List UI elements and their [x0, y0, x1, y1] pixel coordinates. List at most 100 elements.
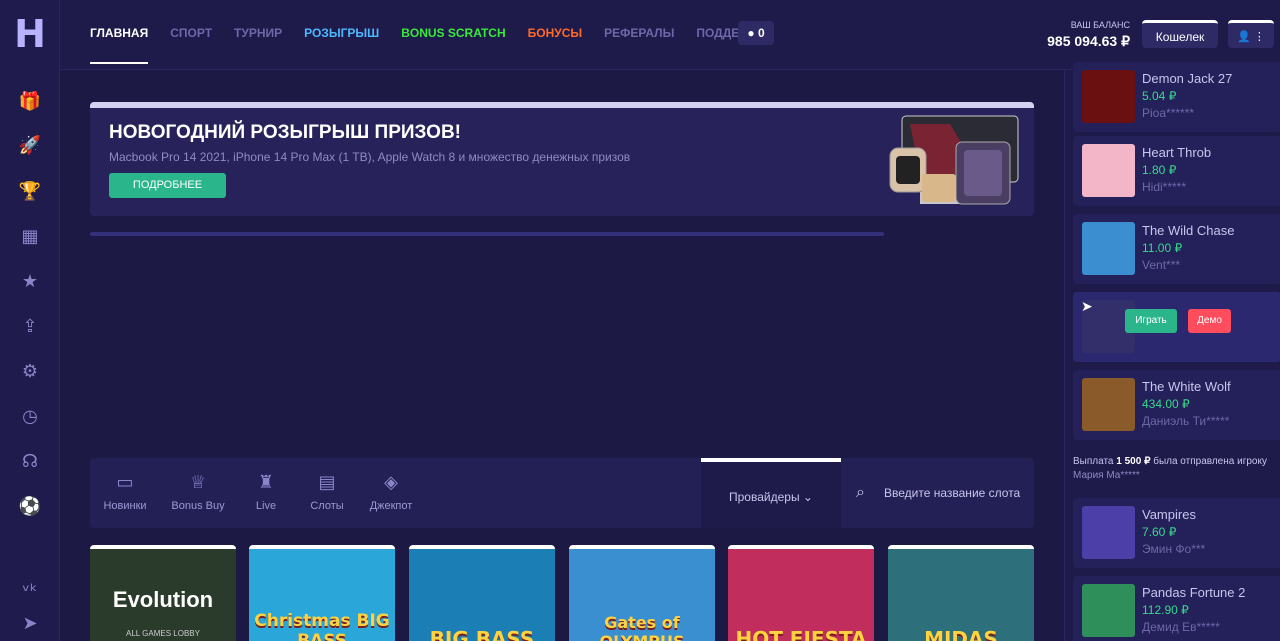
gift-box-icon[interactable]: ▦: [18, 225, 42, 249]
game-title: HOT FIESTA: [735, 627, 867, 641]
filter-new[interactable]: ▭ Новинки: [95, 472, 155, 512]
games-grid: Evolution ALL GAMES LOBBY Christmas BIG …: [90, 545, 1034, 641]
filter-bonus-buy[interactable]: ♕ Bonus Buy: [168, 472, 228, 512]
feed-user: Pioa******: [1142, 106, 1195, 120]
feed-amount: 1.80 ₽: [1142, 163, 1177, 177]
bonus-buy-icon: ♕: [189, 472, 207, 493]
game-tile[interactable]: HOT FIESTA: [728, 545, 874, 641]
providers-dropdown[interactable]: Провайдеры ⌄: [701, 458, 841, 528]
coin-counter[interactable]: ● 0: [738, 21, 774, 45]
feed-item[interactable]: Pandas Fortune 2 112.90 ₽ Демид Ев*****: [1073, 576, 1280, 641]
feed-amount: 5.04 ₽: [1142, 89, 1177, 103]
feed-item[interactable]: Heart Throb 1.80 ₽ Hidi*****: [1073, 136, 1280, 206]
filter-slots[interactable]: ▤ Слоты: [297, 472, 357, 512]
game-tile[interactable]: Gates of OLYMPUS: [569, 545, 715, 641]
main-nav: ГЛАВНАЯ СПОРТ ТУРНИР РОЗЫГРЫШ BONUS SCRATCH Б…: [90, 26, 796, 64]
payout-note-prefix: Выплата: [1073, 456, 1114, 467]
top-header: ГЛАВНАЯ СПОРТ ТУРНИР РОЗЫГРЫШ BONUS SCRATCH Б…: [60, 0, 1280, 70]
game-title: BIG BASS: [429, 627, 535, 641]
vk-icon[interactable]: ᵛᵏ: [18, 580, 42, 604]
new-badge-icon: ▭: [116, 472, 134, 493]
nav-item[interactable]: ТУРНИР: [234, 26, 282, 40]
share-icon[interactable]: ⇪: [18, 315, 42, 339]
feed-game-name: Heart Throb: [1142, 145, 1212, 160]
slot-machine-icon: ▤: [318, 472, 336, 493]
feed-amount: 112.90 ₽: [1142, 603, 1189, 617]
user-icon: 👤: [1237, 31, 1251, 43]
sidebar: H 🎁 🚀 🏆 ▦ ★ ⇪ ⚙ ◷ ☊ ⚽ ᵛᵏ ➤: [0, 0, 60, 641]
filter-slots-label: Слоты: [310, 500, 344, 512]
soccer-ball-icon[interactable]: ⚽: [18, 495, 42, 519]
slot-search-input[interactable]: [884, 482, 1024, 504]
user-menu-button[interactable]: 👤 ⋮: [1228, 20, 1274, 48]
nav-item[interactable]: БОНУСЫ: [528, 26, 583, 40]
feed-user: Эмин Фо***: [1142, 542, 1206, 556]
feed-item[interactable]: The Wild Chase 11.00 ₽ Vent***: [1073, 214, 1280, 284]
feed-user: Демид Ев*****: [1142, 620, 1220, 634]
nav-item[interactable]: BONUS SCRATCH: [401, 26, 505, 40]
settings-icon[interactable]: ⚙: [18, 360, 42, 384]
balance-label: ВАШ БАЛАНС: [1070, 20, 1130, 30]
feed-game-name: The Wild Chase: [1142, 223, 1235, 238]
filter-live-label: Live: [255, 500, 277, 512]
promo-subtitle: Macbook Pro 14 2021, iPhone 14 Pro Max (…: [109, 150, 631, 164]
game-thumbnail: [1082, 222, 1135, 275]
feed-game-name: Pandas Fortune 2: [1142, 585, 1246, 600]
game-title: Evolution: [112, 587, 214, 612]
promo-title: НОВОГОДНИЙ РОЗЫГРЫШ ПРИЗОВ!: [109, 122, 462, 143]
prizes-image: [889, 115, 1019, 205]
live-icon: ♜: [257, 472, 275, 493]
payout-user: Мария Ма*****: [1073, 470, 1140, 481]
game-tile[interactable]: BIG BASS: [409, 545, 555, 641]
promo-more-button[interactable]: ПОДРОБНЕЕ: [109, 173, 226, 198]
game-filter-bar: ▭ Новинки ♕ Bonus Buy ♜ Live ▤ Слоты ◈ Д…: [90, 458, 1034, 528]
feed-game-name: Demon Jack 27: [1142, 71, 1233, 86]
game-tile[interactable]: Christmas BIG BASS: [249, 545, 395, 641]
feed-item[interactable]: The White Wolf 434.00 ₽ Даниэль Ти*****: [1073, 370, 1280, 440]
nav-item[interactable]: ГЛАВНАЯ: [90, 26, 149, 64]
game-title: Gates of OLYMPUS: [599, 613, 684, 641]
filter-new-label: Новинки: [103, 500, 147, 512]
wallet-button[interactable]: Кошелек: [1142, 20, 1218, 48]
filter-jackpot[interactable]: ◈ Джекпот: [361, 472, 421, 512]
balance-value: 985 094.63 ₽: [1047, 33, 1130, 49]
feed-user: Hidi*****: [1142, 180, 1187, 194]
chevron-down-icon: ⌄: [802, 490, 813, 504]
game-subtitle: ALL GAMES LOBBY: [126, 629, 200, 638]
feed-amount: 434.00 ₽: [1142, 397, 1190, 411]
play-button[interactable]: Играть: [1125, 309, 1177, 333]
game-thumbnail: [1082, 70, 1135, 123]
filter-bonus-buy-label: Bonus Buy: [171, 500, 225, 512]
nav-item[interactable]: РЕФЕРАЛЫ: [604, 26, 674, 40]
game-title: Christmas BIG BASS: [254, 611, 390, 641]
feed-game-name: The White Wolf: [1142, 379, 1231, 394]
search-icon: ⌕: [856, 482, 865, 501]
telegram-icon[interactable]: ➤: [18, 612, 42, 636]
feed-amount: 11.00 ₽: [1142, 241, 1183, 255]
clock-icon[interactable]: ◷: [18, 405, 42, 429]
feed-item[interactable]: Demon Jack 27 5.04 ₽ Pioa******: [1073, 62, 1280, 132]
kebab-icon: ⋮: [1253, 31, 1265, 43]
headset-icon[interactable]: ☊: [18, 450, 42, 474]
demo-button[interactable]: Демо: [1188, 309, 1231, 333]
nav-item[interactable]: СПОРТ: [170, 26, 212, 40]
providers-label: Провайдеры: [729, 490, 800, 504]
banner-progress-track: [90, 232, 884, 236]
game-tile[interactable]: MIDAS: [888, 545, 1034, 641]
payout-amount: 1 500 ₽: [1116, 456, 1151, 467]
logo[interactable]: H: [14, 14, 46, 54]
feed-item[interactable]: Vampires 7.60 ₽ Эмин Фо***: [1073, 498, 1280, 568]
game-title: MIDAS: [924, 627, 998, 641]
game-tile[interactable]: Evolution ALL GAMES LOBBY: [90, 545, 236, 641]
feed-item-hover[interactable]: Играть Демо: [1073, 292, 1280, 362]
trophy-icon[interactable]: 🏆: [18, 180, 42, 204]
payout-note-suffix: была отправлена игроку: [1153, 456, 1267, 467]
rocket-icon[interactable]: 🚀: [18, 134, 42, 158]
nav-item[interactable]: РОЗЫГРЫШ: [304, 26, 379, 40]
filter-jackpot-label: Джекпот: [369, 500, 413, 512]
star-icon[interactable]: ★: [18, 270, 42, 294]
jackpot-icon: ◈: [384, 472, 398, 493]
payout-note: Выплата 1 500 ₽ была отправлена игроку М…: [1073, 455, 1273, 483]
gift-icon[interactable]: 🎁: [18, 90, 42, 114]
filter-live[interactable]: ♜ Live: [236, 472, 296, 512]
